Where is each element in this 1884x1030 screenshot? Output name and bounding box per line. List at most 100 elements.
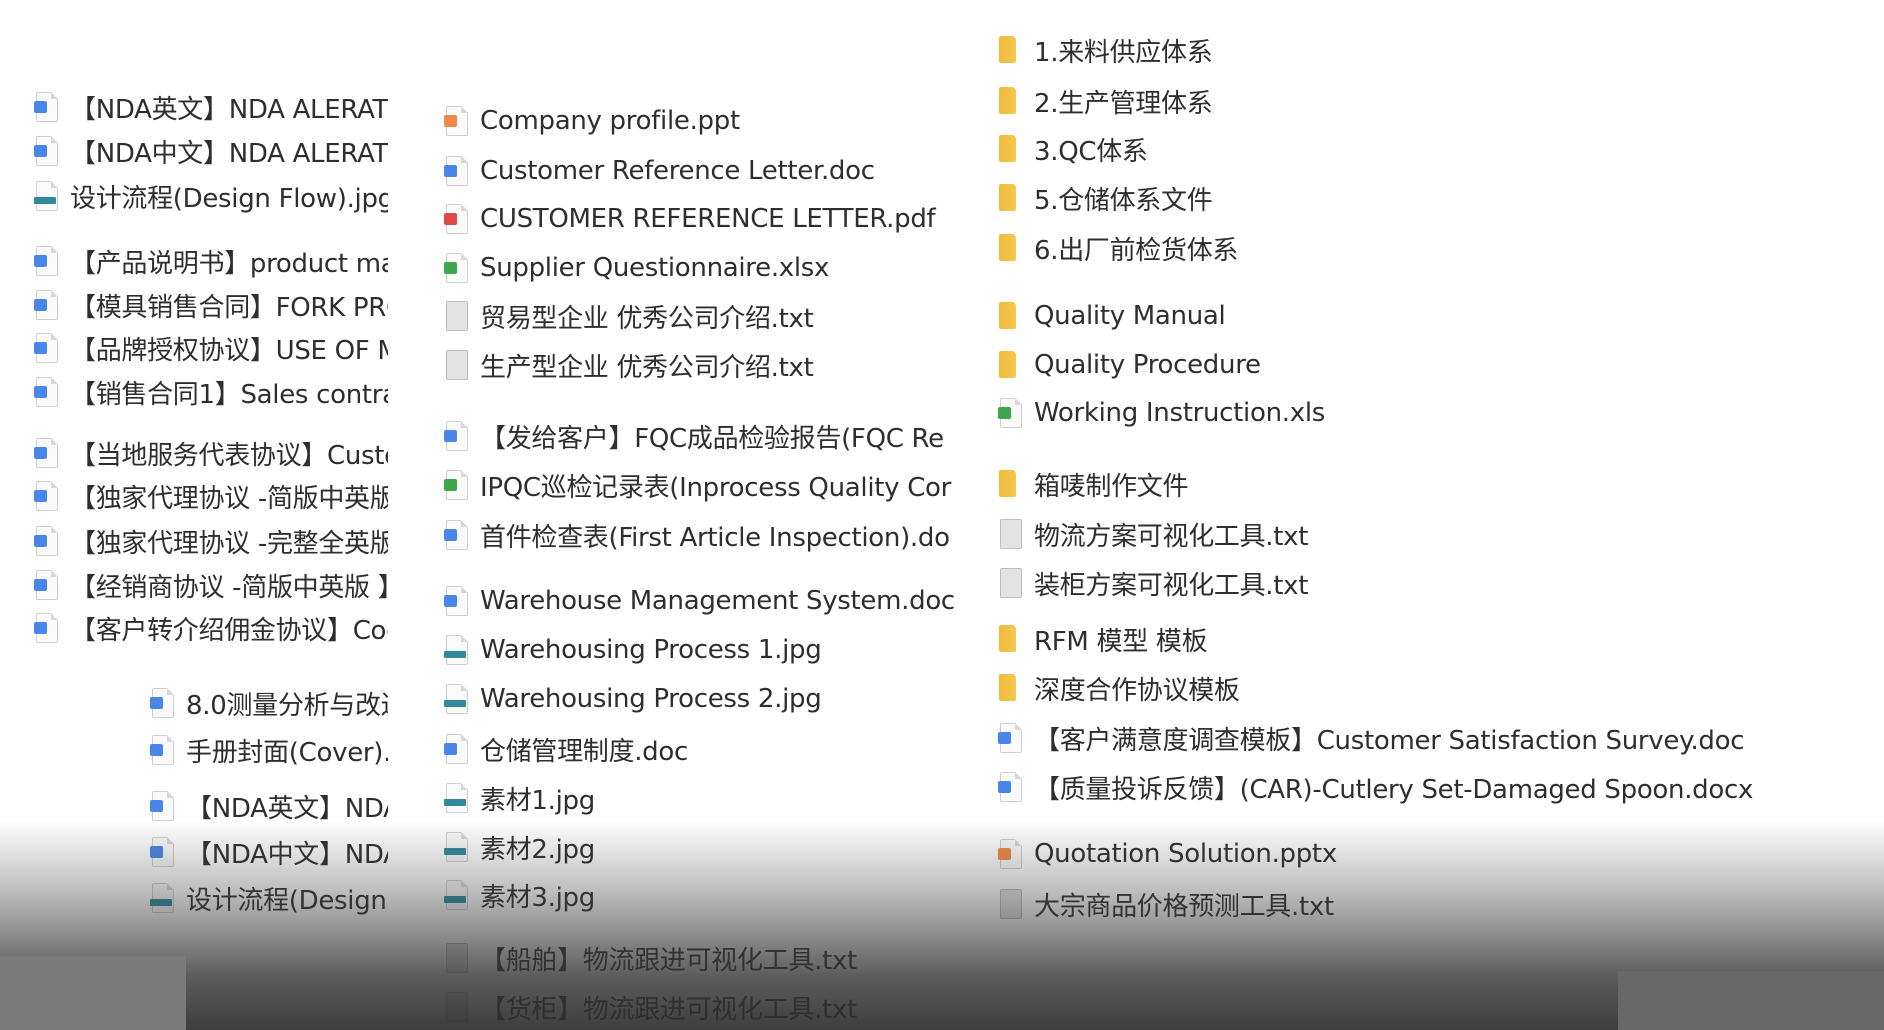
file-name: 2.生产管理体系: [1034, 88, 1213, 119]
folder-icon: [998, 469, 1022, 499]
file-name: 深度合作协议模板: [1034, 675, 1240, 706]
folder-item[interactable]: 3.QC体系: [998, 129, 1148, 169]
folder-item[interactable]: 6.出厂前检货体系: [998, 228, 1238, 268]
text-file-icon: [444, 943, 468, 973]
folder-icon: [998, 301, 1022, 331]
file-item[interactable]: Warehousing Process 2.jpg: [444, 679, 822, 719]
file-name: 生产型企业 优秀公司介绍.txt: [480, 352, 814, 383]
file-name: Quality Manual: [1034, 301, 1226, 331]
file-name: 物流方案可视化工具.txt: [1034, 521, 1309, 552]
folder-item[interactable]: 2.生产管理体系: [998, 81, 1213, 121]
file-name: Quotation Solution.pptx: [1034, 839, 1337, 869]
file-item[interactable]: 大宗商品价格预测工具.txt: [998, 884, 1334, 924]
folder-item[interactable]: Quality Procedure: [998, 345, 1261, 385]
file-name: RFM 模型 模板: [1034, 626, 1208, 657]
file-name: 素材3.jpg: [480, 882, 595, 913]
file-item[interactable]: 设计流程(Design F: [150, 878, 388, 918]
file-item[interactable]: Supplier Questionnaire.xlsx: [444, 248, 829, 288]
file-item[interactable]: 【NDA英文】NDA: [150, 786, 388, 826]
image-file-icon: [444, 783, 468, 813]
folder-icon: [998, 673, 1022, 703]
word-doc-icon: [34, 92, 58, 122]
folder-item[interactable]: 5.仓储体系文件: [998, 178, 1213, 218]
word-doc-icon: [150, 688, 174, 718]
folder-item[interactable]: 1.来料供应体系: [998, 30, 1213, 70]
file-name: 1.来料供应体系: [1034, 37, 1213, 68]
folder-icon: [998, 183, 1022, 213]
file-column-left-sub: 8.0测量分析与改进 手册封面(Cover).d 【NDA英文】NDA 【NDA中文】…: [150, 0, 388, 1030]
file-name: 6.出厂前检货体系: [1034, 235, 1239, 266]
file-name: Supplier Questionnaire.xlsx: [480, 253, 830, 283]
folder-item[interactable]: 深度合作协议模板: [998, 668, 1240, 708]
word-doc-icon: [150, 791, 174, 821]
file-column-middle: Company profile.ppt Customer Reference Le…: [444, 0, 958, 1030]
file-item[interactable]: 【发给客户】FQC成品检验报告(FQC Re: [444, 416, 944, 456]
file-item[interactable]: 装柜方案可视化工具.txt: [998, 563, 1308, 603]
text-file-icon: [444, 301, 468, 331]
image-file-icon: [150, 883, 174, 913]
image-file-icon: [444, 684, 468, 714]
file-name: 【质量投诉反馈】(CAR)-Cutlery Set-Damaged Spoon.…: [1034, 774, 1754, 805]
word-doc-icon: [998, 723, 1022, 753]
word-doc-icon: [34, 246, 58, 276]
file-name: 【船舶】物流跟进可视化工具.txt: [480, 945, 857, 976]
file-item[interactable]: Customer Reference Letter.doc: [444, 151, 875, 191]
file-item[interactable]: 生产型企业 优秀公司介绍.txt: [444, 345, 814, 385]
folder-item[interactable]: RFM 模型 模板: [998, 619, 1208, 659]
excel-icon: [444, 253, 468, 283]
file-item[interactable]: 仓储管理制度.doc: [444, 729, 688, 769]
image-file-icon: [34, 181, 58, 211]
file-item[interactable]: Working Instruction.xls: [998, 393, 1325, 433]
file-item[interactable]: 贸易型企业 优秀公司介绍.txt: [444, 296, 814, 336]
file-item[interactable]: 【船舶】物流跟进可视化工具.txt: [444, 938, 857, 978]
file-item[interactable]: 首件检查表(First Article Inspection).do: [444, 515, 950, 555]
word-doc-icon: [444, 586, 468, 616]
powerpoint-icon: [444, 106, 468, 136]
folder-item[interactable]: Quality Manual: [998, 296, 1226, 336]
word-doc-icon: [34, 526, 58, 556]
file-item[interactable]: 【NDA中文】NDA: [150, 832, 388, 872]
file-item[interactable]: 【客户满意度调查模板】Customer Satisfaction Survey.…: [998, 718, 1745, 758]
file-name: 首件检查表(First Article Inspection).do: [480, 522, 950, 553]
file-name: IPQC巡检记录表(Inprocess Quality Cor: [480, 472, 952, 503]
word-doc-icon: [34, 481, 58, 511]
file-item[interactable]: 素材1.jpg: [444, 778, 595, 818]
file-item[interactable]: 手册封面(Cover).d: [150, 730, 388, 770]
folder-icon: [998, 35, 1022, 65]
file-item[interactable]: 素材2.jpg: [444, 827, 595, 867]
file-name: 8.0测量分析与改进: [186, 690, 388, 721]
image-file-icon: [444, 832, 468, 862]
word-doc-icon: [34, 136, 58, 166]
file-name: 3.QC体系: [1034, 136, 1148, 167]
excel-icon: [444, 470, 468, 500]
file-item[interactable]: 【质量投诉反馈】(CAR)-Cutlery Set-Damaged Spoon.…: [998, 767, 1753, 807]
file-item[interactable]: Warehouse Management System.doc: [444, 581, 955, 621]
excel-icon: [998, 398, 1022, 428]
file-item[interactable]: Company profile.ppt: [444, 101, 740, 141]
file-name: 【货柜】物流跟进可视化工具.txt: [480, 994, 857, 1025]
word-doc-icon: [444, 734, 468, 764]
file-name: 贸易型企业 优秀公司介绍.txt: [480, 303, 814, 334]
file-name: Working Instruction.xls: [1034, 398, 1325, 428]
file-name: Company profile.ppt: [480, 106, 740, 136]
folder-item[interactable]: 箱唛制作文件: [998, 464, 1189, 504]
file-item[interactable]: 素材3.jpg: [444, 875, 595, 915]
word-doc-icon: [34, 613, 58, 643]
file-column-right: 1.来料供应体系 2.生产管理体系 3.QC体系 5.仓储体系文件 6.出厂前检货体系 Q…: [998, 0, 1884, 1030]
file-item[interactable]: Quotation Solution.pptx: [998, 834, 1337, 874]
file-item[interactable]: IPQC巡检记录表(Inprocess Quality Cor: [444, 465, 951, 505]
file-item[interactable]: Warehousing Process 1.jpg: [444, 630, 822, 670]
file-name: 手册封面(Cover).d: [186, 737, 388, 768]
file-item[interactable]: CUSTOMER REFERENCE LETTER.pdf: [444, 199, 936, 239]
text-file-icon: [444, 992, 468, 1022]
file-item[interactable]: 【货柜】物流跟进可视化工具.txt: [444, 987, 857, 1027]
word-doc-icon: [150, 837, 174, 867]
file-name: 仓储管理制度.doc: [480, 736, 688, 767]
file-name: 素材1.jpg: [480, 785, 595, 816]
file-item[interactable]: 8.0测量分析与改进: [150, 683, 388, 723]
file-name: 箱唛制作文件: [1034, 471, 1189, 502]
file-name: 5.仓储体系文件: [1034, 185, 1213, 216]
file-item[interactable]: 物流方案可视化工具.txt: [998, 514, 1308, 554]
file-name: 装柜方案可视化工具.txt: [1034, 570, 1309, 601]
pdf-icon: [444, 204, 468, 234]
